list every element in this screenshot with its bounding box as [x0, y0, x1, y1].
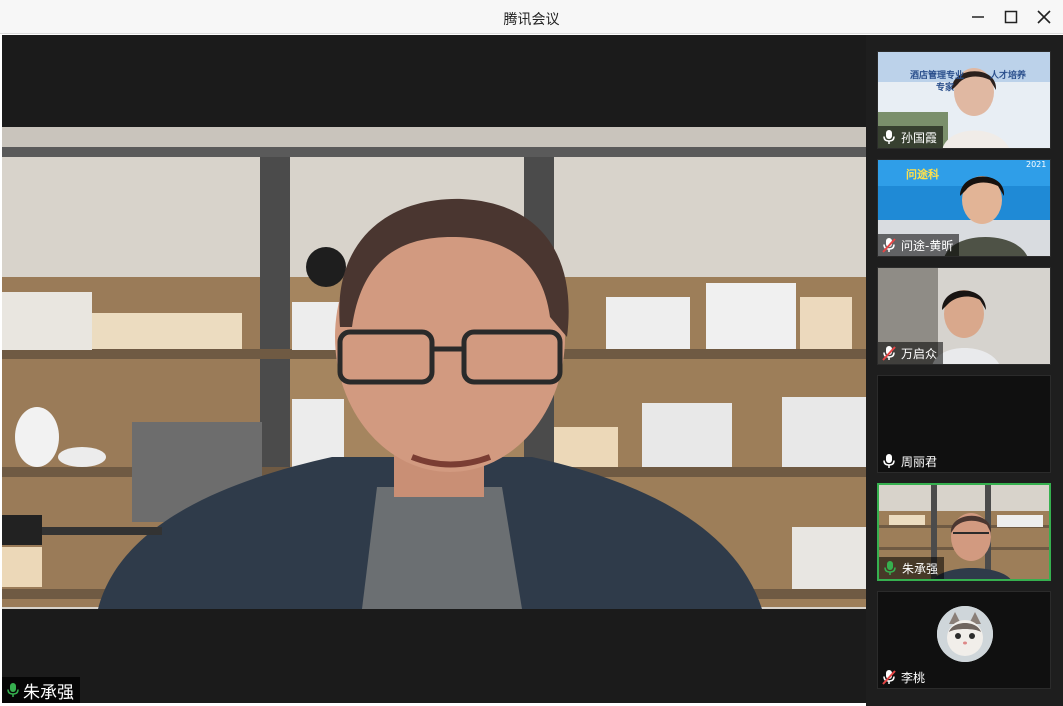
- participant-name: 万启众: [901, 346, 938, 361]
- participant-label: 万启众: [878, 342, 944, 364]
- participant-tile[interactable]: 李桃: [877, 591, 1051, 689]
- cat-avatar-icon: [937, 606, 993, 662]
- background-text: 专家: [936, 83, 955, 93]
- maximize-icon: [1004, 10, 1018, 24]
- title-bar: 腾讯会议: [0, 0, 1063, 34]
- participant-tile-active[interactable]: 朱承强: [877, 483, 1051, 581]
- avatar: [937, 606, 993, 662]
- mic-on-icon: [7, 683, 19, 697]
- mic-on-icon: [883, 130, 895, 144]
- window-title: 腾讯会议: [503, 12, 560, 28]
- mic-muted-icon: [882, 238, 896, 253]
- maximize-button[interactable]: [998, 5, 1024, 29]
- participant-sidebar: 酒店管理专业 人才培养 专家 孙国霞 问途科 2021 问途-黄昕 万启众 周丽…: [866, 35, 1063, 706]
- mic-on-icon: [883, 454, 895, 468]
- background-text: 2021: [1026, 160, 1047, 169]
- speaker-video-feed: [2, 127, 866, 609]
- main-speaker-label: 朱承强: [2, 677, 80, 703]
- participant-tile[interactable]: 酒店管理专业 人才培养 专家 孙国霞: [877, 51, 1051, 149]
- participant-name: 朱承强: [902, 561, 939, 576]
- participant-label: 周丽君: [878, 450, 943, 472]
- participant-tile[interactable]: 周丽君: [877, 375, 1051, 473]
- mic-muted-icon: [882, 346, 896, 361]
- minimize-button[interactable]: [965, 5, 991, 29]
- participant-label: 孙国霞: [878, 126, 944, 148]
- minimize-icon: [972, 16, 984, 18]
- main-speaker-name: 朱承强: [23, 682, 74, 703]
- close-icon: [1037, 10, 1051, 24]
- main-speaker-video[interactable]: 朱承强: [2, 35, 866, 703]
- background-text: 人才培养: [990, 71, 1027, 81]
- participant-name: 问途-黄昕: [901, 238, 954, 253]
- mic-muted-icon: [882, 670, 896, 685]
- mic-on-icon: [884, 561, 896, 575]
- participant-tile[interactable]: 问途科 2021 问途-黄昕: [877, 159, 1051, 257]
- participant-name: 周丽君: [901, 454, 938, 469]
- participant-label: 问途-黄昕: [878, 234, 960, 256]
- participant-label: 朱承强: [879, 557, 945, 579]
- participant-tile[interactable]: 万启众: [877, 267, 1051, 365]
- background-text: 问途科: [906, 168, 939, 181]
- participant-name: 孙国霞: [901, 130, 938, 145]
- participant-name: 李桃: [901, 670, 926, 685]
- close-button[interactable]: [1031, 5, 1057, 29]
- participant-label: 李桃: [878, 666, 931, 688]
